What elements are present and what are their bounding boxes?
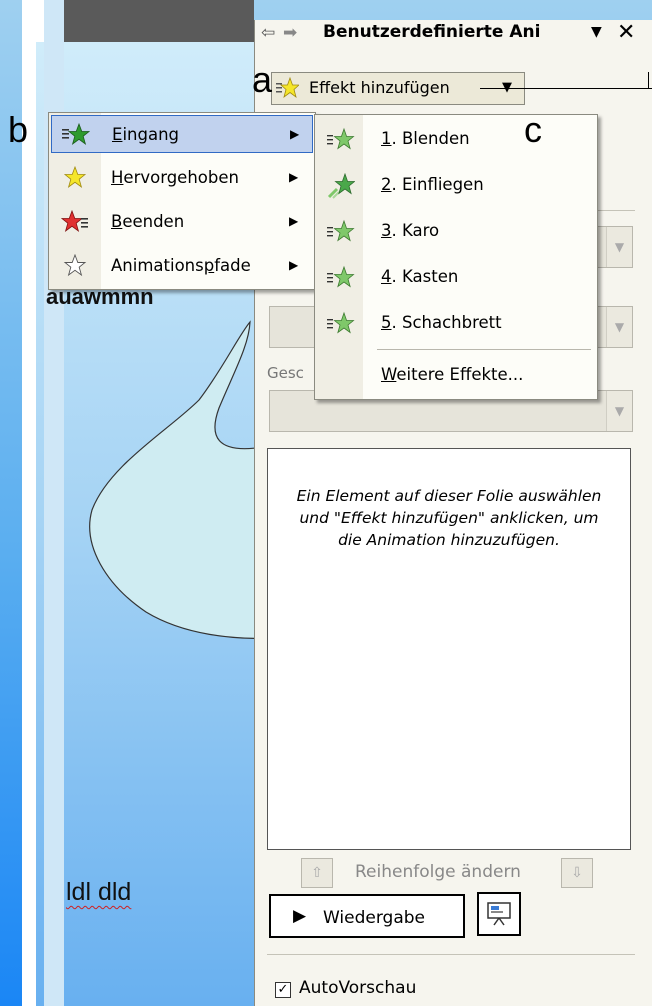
entrance-effect-icon [327,311,355,334]
chevron-down-icon[interactable]: ▼ [606,227,632,267]
play-button[interactable]: ▶ Wiedergabe [269,894,465,938]
entrance-effect-icon [327,265,355,288]
annotation-c: c [524,109,542,150]
entrance-submenu: 1. Blenden 2. Einfliegen 3. Karo 4. Kast… [314,114,598,400]
play-icon: ▶ [293,906,307,926]
submenu-item-schachbrett[interactable]: 5. Schachbrett [315,301,597,347]
arrow-down-icon: ⇩ [571,865,583,881]
submenu-item-einfliegen[interactable]: 2. Einfliegen [315,163,597,209]
entrance-star-icon [62,123,90,146]
animation-list-hint: Ein Element auf dieser Folie auswählen u… [296,487,602,549]
slideshow-button[interactable] [477,892,521,936]
back-arrow-icon[interactable]: ⇦ [261,23,275,43]
submenu-arrow-icon: ▶ [289,214,299,228]
chevron-down-icon[interactable]: ▼ [606,391,632,431]
submenu-item-blenden[interactable]: 1. Blenden [315,117,597,163]
submenu-item-more-effects[interactable]: Weitere Effekte... [315,353,597,399]
add-effect-menu: Eingang ▶ Hervorgehoben ▶ Beenden ▶ Anim… [48,112,316,290]
exit-star-icon [61,210,88,233]
menu-item-exit[interactable]: Beenden ▶ [51,203,313,241]
divider [267,954,635,955]
move-up-button[interactable]: ⇧ [301,858,333,888]
annotation-a: a [252,59,273,100]
arrow-up-icon: ⇧ [311,865,323,881]
submenu-item-karo[interactable]: 3. Karo [315,209,597,255]
submenu-arrow-icon: ▶ [289,258,299,272]
menu-item-label: Beenden [111,212,185,231]
reorder-label: Reihenfolge ändern [355,862,521,882]
menu-item-motion-paths[interactable]: Animationspfade ▶ [51,247,313,285]
task-pane-title-bar: ⇦ ➡ Benutzerdefinierte Ani ▼ ✕ [255,20,652,48]
submenu-item-label: 2. Einfliegen [381,175,484,194]
motion-path-star-icon [63,254,87,277]
submenu-item-label: 5. Schachbrett [381,313,502,332]
annotation-line [480,88,652,89]
submenu-item-kasten[interactable]: 4. Kasten [315,255,597,301]
star-effect-icon [276,76,299,99]
forward-arrow-icon[interactable]: ➡ [283,23,297,43]
play-label: Wiedergabe [323,908,426,928]
entrance-effect-icon [327,219,355,242]
entrance-effect-icon [327,127,355,150]
fly-in-effect-icon [327,173,355,199]
menu-item-entrance[interactable]: Eingang ▶ [51,115,313,153]
submenu-item-label: 4. Kasten [381,267,459,286]
submenu-item-label: 1. Blenden [381,129,470,148]
annotation-b: b [8,109,29,150]
annotation-line [648,72,649,88]
menu-item-label: Hervorgehoben [111,168,239,187]
slideshow-icon [487,902,511,926]
emphasis-star-icon [63,166,87,189]
menu-separator [377,349,591,350]
close-icon[interactable]: ✕ [617,20,635,45]
add-effect-label: Effekt hinzufügen [309,78,450,97]
menu-item-label: Animationspfade [111,256,251,275]
autopreview-checkbox[interactable]: ✓ [275,982,291,998]
task-pane-title: Benutzerdefinierte Ani [323,22,541,42]
speed-label: Gesc [267,364,304,382]
submenu-item-label: Weitere Effekte... [381,365,524,384]
chevron-down-icon[interactable]: ▼ [591,24,602,40]
submenu-arrow-icon: ▶ [290,127,300,141]
submenu-arrow-icon: ▶ [289,170,299,184]
animation-list[interactable]: Ein Element auf dieser Folie auswählen u… [267,448,631,850]
autopreview-label: AutoVorschau [299,978,417,998]
menu-item-emphasis[interactable]: Hervorgehoben ▶ [51,159,313,197]
menu-item-label: Eingang [112,125,179,144]
slide-text-bottom[interactable]: ldl dld [66,878,131,907]
submenu-item-label: 3. Karo [381,221,440,240]
move-down-button[interactable]: ⇩ [561,858,593,888]
chevron-down-icon[interactable]: ▼ [606,307,632,347]
